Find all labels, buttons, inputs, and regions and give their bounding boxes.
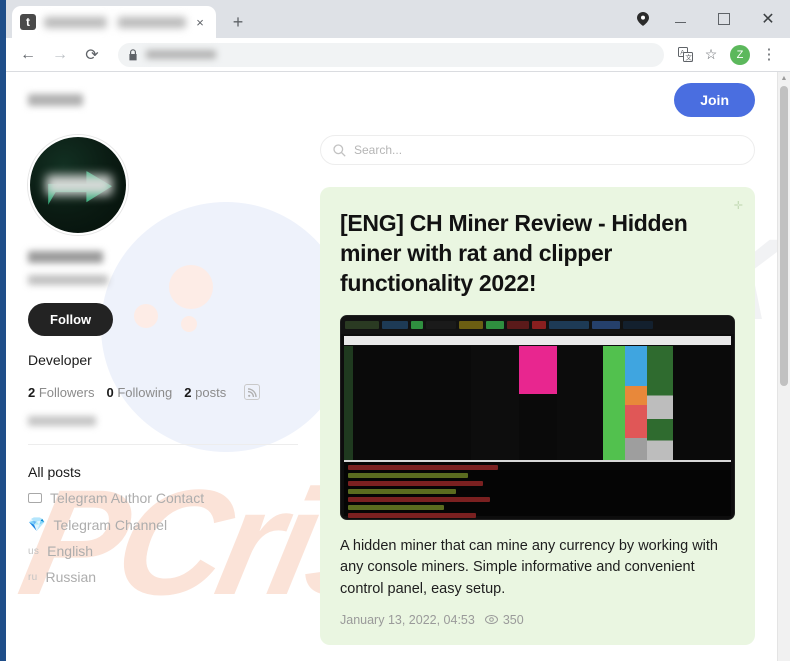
post-card[interactable]: ✛ [ENG] CH Miner Review - Hidden miner w… bbox=[320, 187, 755, 645]
thumbnail-table bbox=[344, 345, 731, 464]
sidebar-item-label: Telegram Channel bbox=[53, 516, 168, 533]
bookmark-star-icon[interactable]: ☆ bbox=[698, 42, 724, 68]
web-page: PCrisk PCrisk Join Follow Developer bbox=[6, 72, 777, 661]
sidebar-item-label: All posts bbox=[28, 464, 81, 480]
tab-close-icon[interactable]: × bbox=[192, 14, 208, 30]
post-meta: January 13, 2022, 04:53 350 bbox=[340, 613, 735, 627]
diamond-icon: 💎 bbox=[28, 516, 46, 532]
thumbnail-console bbox=[344, 459, 731, 518]
stat-posts[interactable]: 2 posts bbox=[184, 385, 226, 400]
stat-posts-label: posts bbox=[195, 384, 227, 400]
address-bar[interactable] bbox=[118, 42, 664, 67]
stat-followers[interactable]: 2 Followers bbox=[28, 385, 94, 400]
browser-menu-icon[interactable]: ⋮ bbox=[756, 42, 782, 68]
page-scrollbar[interactable]: ▲ bbox=[777, 72, 790, 661]
stat-posts-count: 2 bbox=[184, 384, 192, 400]
stat-followers-count: 2 bbox=[28, 384, 36, 400]
thumbnail-table-header bbox=[344, 335, 731, 345]
scroll-up-arrow[interactable]: ▲ bbox=[778, 72, 790, 85]
post-title[interactable]: [ENG] CH Miner Review - Hidden miner wit… bbox=[340, 209, 735, 299]
sidebar-item-russian[interactable]: ru Russian bbox=[28, 564, 298, 590]
search-bar[interactable]: Search... bbox=[320, 135, 755, 165]
stat-following-count: 0 bbox=[106, 384, 114, 400]
post-thumbnail[interactable] bbox=[340, 314, 735, 520]
translate-icon[interactable]: A文 bbox=[672, 42, 698, 68]
profile-name bbox=[28, 251, 103, 263]
sidebar-item-all-posts[interactable]: All posts bbox=[28, 459, 298, 485]
sidebar-item-english[interactable]: us English bbox=[28, 538, 298, 564]
scrollbar-thumb[interactable] bbox=[780, 86, 788, 386]
profile-sidebar: Follow Developer 2 Followers 0 Following… bbox=[6, 127, 320, 645]
location-pin-icon[interactable] bbox=[628, 12, 658, 26]
avatar-text-blurred bbox=[46, 175, 112, 195]
post-views-count: 350 bbox=[502, 612, 524, 627]
window-maximize-button[interactable] bbox=[702, 0, 746, 38]
page-columns: Follow Developer 2 Followers 0 Following… bbox=[6, 127, 777, 645]
site-title bbox=[28, 93, 83, 106]
country-code-ru: ru bbox=[28, 571, 38, 583]
country-code-us: us bbox=[28, 545, 40, 557]
thumbnail-toolbar bbox=[341, 315, 734, 334]
browser-tab[interactable]: t × bbox=[12, 6, 216, 38]
window-close-button[interactable]: ✕ bbox=[746, 0, 790, 38]
profile-email bbox=[28, 416, 96, 426]
sidebar-divider bbox=[28, 444, 298, 445]
stat-followers-label: Followers bbox=[38, 384, 95, 400]
sidebar-item-telegram-author-contact[interactable]: Telegram Author Contact bbox=[28, 485, 298, 511]
back-icon[interactable]: ← bbox=[14, 41, 42, 69]
tab-favicon: t bbox=[20, 14, 36, 30]
follow-button[interactable]: Follow bbox=[28, 303, 114, 336]
profile-avatar[interactable]: Z bbox=[730, 44, 750, 65]
envelope-icon bbox=[28, 493, 42, 503]
join-button[interactable]: Join bbox=[674, 82, 755, 117]
sidebar-item-label: English bbox=[47, 543, 94, 559]
avatar[interactable] bbox=[28, 135, 128, 235]
browser-toolbar: ← → ⟳ A文 ☆ Z ⋮ bbox=[6, 38, 790, 72]
forward-icon[interactable]: → bbox=[46, 41, 74, 69]
search-input[interactable]: Search... bbox=[354, 143, 402, 157]
search-icon bbox=[333, 143, 346, 157]
eye-icon bbox=[484, 615, 498, 625]
svg-text:文: 文 bbox=[685, 53, 692, 62]
post-description: A hidden miner that can mine any currenc… bbox=[340, 537, 718, 598]
page-viewport: PCrisk PCrisk Join Follow Developer bbox=[6, 72, 790, 661]
profile-handle bbox=[28, 275, 108, 285]
main-content: Search... ✛ [ENG] CH Miner Review - Hidd… bbox=[320, 127, 777, 645]
sidebar-nav: All posts Telegram Author Contact 💎 Tele… bbox=[28, 459, 298, 590]
window-minimize-button[interactable] bbox=[658, 0, 702, 38]
sidebar-item-label: Russian bbox=[45, 569, 97, 585]
rss-icon[interactable] bbox=[244, 384, 261, 400]
sidebar-item-telegram-channel[interactable]: 💎 Telegram Channel bbox=[28, 511, 298, 538]
window-controls: ✕ bbox=[628, 0, 790, 38]
profile-stats: 2 Followers 0 Following 2 posts bbox=[28, 384, 298, 400]
stat-following-label: Following bbox=[117, 384, 173, 400]
pin-icon[interactable]: ✛ bbox=[734, 199, 743, 212]
tab-title bbox=[44, 16, 186, 28]
reload-icon[interactable]: ⟳ bbox=[78, 41, 106, 69]
lock-icon bbox=[129, 48, 137, 60]
browser-window: t × + ✕ ← → ⟳ A文 ☆ Z ⋮ PCrisk Join Follo… bbox=[0, 0, 790, 661]
stat-following[interactable]: 0 Following bbox=[106, 385, 172, 400]
post-date: January 13, 2022, 04:53 bbox=[340, 612, 475, 627]
sidebar-item-label: Telegram Author Contact bbox=[50, 490, 205, 506]
page-header: Join bbox=[6, 72, 777, 127]
tab-strip: t × + ✕ bbox=[6, 0, 790, 38]
post-views: 350 bbox=[484, 612, 524, 627]
new-tab-button[interactable]: + bbox=[224, 8, 252, 36]
profile-bio: Developer bbox=[28, 352, 92, 368]
url-text bbox=[146, 50, 216, 59]
